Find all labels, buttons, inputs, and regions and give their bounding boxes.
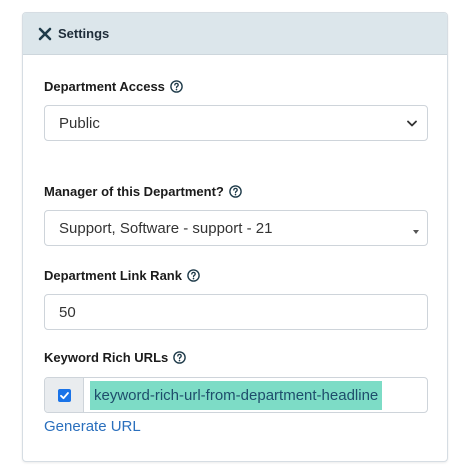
link-rank-label-text: Department Link Rank <box>44 268 182 283</box>
manager-label-text: Manager of this Department? <box>44 184 224 199</box>
settings-title: Settings <box>58 26 110 41</box>
help-icon[interactable] <box>170 80 183 93</box>
keyword-urls-label: Keyword Rich URLs <box>44 350 187 365</box>
link-rank-input[interactable]: 50 <box>44 294 428 330</box>
dropdown-caret-icon <box>413 230 419 234</box>
department-access-label: Department Access <box>44 79 183 94</box>
help-icon[interactable] <box>187 269 200 282</box>
help-icon[interactable] <box>173 351 187 364</box>
help-icon[interactable] <box>229 185 242 198</box>
manager-label: Manager of this Department? <box>44 184 242 199</box>
close-icon[interactable] <box>38 27 52 41</box>
department-access-value: Public <box>59 114 100 132</box>
keyword-url-input[interactable]: keyword-rich-url-from-department-headlin… <box>84 378 427 412</box>
settings-panel: Settings Department Access Public Manage… <box>22 12 448 462</box>
department-access-label-text: Department Access <box>44 79 165 94</box>
manager-value: Support, Software - support - 21 <box>59 219 273 237</box>
keyword-url-value: keyword-rich-url-from-department-headlin… <box>90 380 383 410</box>
settings-header[interactable]: Settings <box>23 13 447 55</box>
link-rank-value: 50 <box>59 303 76 321</box>
link-rank-label: Department Link Rank <box>44 268 200 283</box>
chevron-down-icon <box>407 115 417 132</box>
generate-url-link[interactable]: Generate URL <box>44 418 141 435</box>
department-access-select[interactable]: Public <box>44 105 428 141</box>
keyword-url-checkbox[interactable] <box>57 388 71 402</box>
keyword-url-group: keyword-rich-url-from-department-headlin… <box>44 377 428 413</box>
keyword-urls-label-text: Keyword Rich URLs <box>44 350 169 365</box>
manager-select[interactable]: Support, Software - support - 21 <box>44 210 428 246</box>
keyword-url-checkbox-addon <box>45 378 84 412</box>
check-icon <box>59 391 69 399</box>
